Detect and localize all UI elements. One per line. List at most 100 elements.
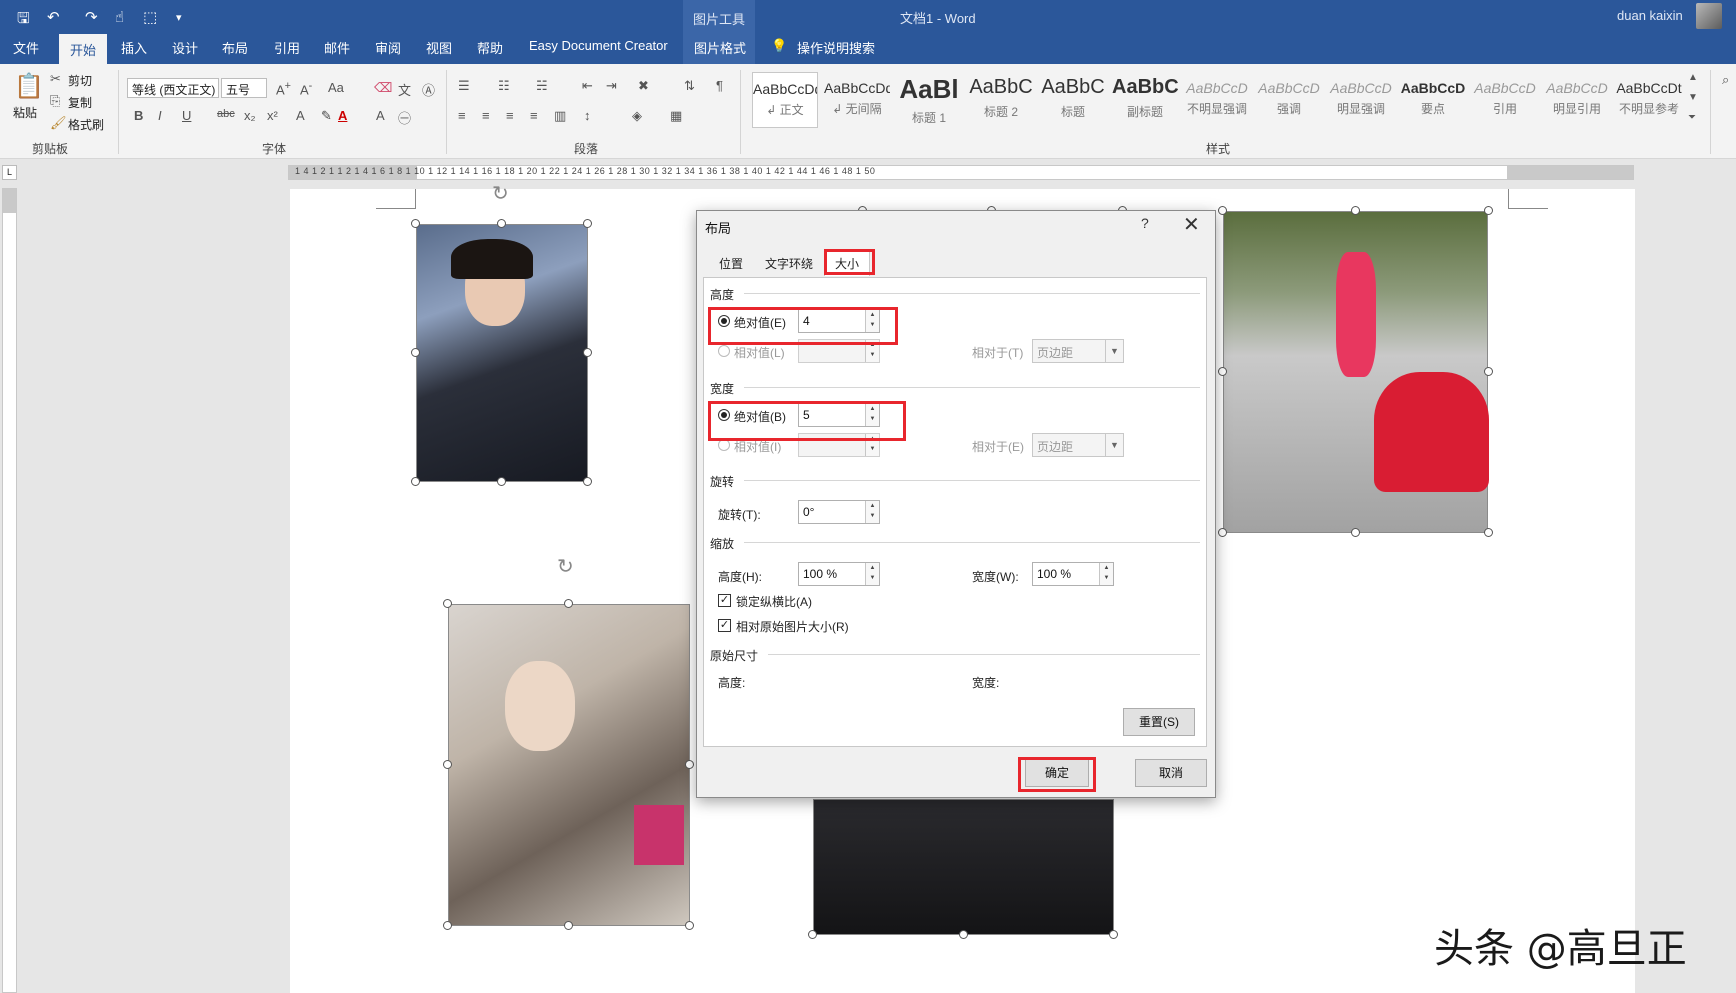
style-item[interactable]: AaBbC 标题 <box>1040 72 1106 128</box>
style-item[interactable]: AaBbCcD 强调 <box>1256 72 1322 128</box>
vertical-ruler[interactable] <box>2 188 17 993</box>
user-name[interactable]: duan kaixin <box>1617 8 1683 23</box>
resize-handle[interactable] <box>1218 206 1227 215</box>
redo-icon[interactable]: ↷ <box>85 8 98 26</box>
selected-photo[interactable] <box>448 604 690 926</box>
scale-width-input[interactable]: 100 % ▲ ▼ <box>1032 562 1114 586</box>
subscript-icon[interactable]: x₂ <box>244 108 256 123</box>
copy-button[interactable]: 复制 <box>68 94 92 111</box>
highlight-icon[interactable]: ✎ <box>321 108 332 124</box>
resize-handle[interactable] <box>1218 367 1227 376</box>
spin-arrows-icon[interactable]: ▲ ▼ <box>865 501 879 523</box>
tab-file[interactable]: 文件 <box>13 38 39 57</box>
resize-handle[interactable] <box>411 348 420 357</box>
text-effects-icon[interactable]: A <box>296 108 305 123</box>
resize-handle[interactable] <box>497 219 506 228</box>
font-color-icon[interactable]: A <box>338 108 347 123</box>
distributed-icon[interactable]: ▥ <box>554 108 566 124</box>
tell-me-search[interactable]: 操作说明搜索 <box>797 38 875 57</box>
font-name-combo[interactable]: 等线 (西文正文) <box>127 78 219 98</box>
relative-original-checkbox[interactable]: ✓ <box>718 619 731 632</box>
tab-design[interactable]: 设计 <box>172 38 198 57</box>
format-painter-button[interactable]: 格式刷 <box>68 116 104 133</box>
resize-handle[interactable] <box>583 219 592 228</box>
gallery-more-icon[interactable]: ⏷ <box>1688 112 1696 123</box>
resize-handle[interactable] <box>1218 528 1227 537</box>
change-case-icon[interactable]: Aa <box>328 80 344 95</box>
superscript-icon[interactable]: x² <box>267 108 278 123</box>
style-item[interactable]: AaBbCcD 明显强调 <box>1328 72 1394 128</box>
chinese-layout-icon[interactable]: ✖ <box>638 78 649 94</box>
resize-handle[interactable] <box>583 477 592 486</box>
tab-text-wrapping[interactable]: 文字环绕 <box>765 255 813 272</box>
cancel-button[interactable]: 取消 <box>1135 759 1207 787</box>
select-icon[interactable]: ⬚ <box>143 8 157 26</box>
selected-photo[interactable] <box>813 799 1114 935</box>
align-left-icon[interactable]: ≡ <box>458 108 466 123</box>
resize-handle[interactable] <box>583 348 592 357</box>
show-marks-icon[interactable]: ¶ <box>716 78 723 93</box>
font-size-combo[interactable]: 五号 <box>221 78 267 98</box>
tab-review[interactable]: 审阅 <box>375 38 401 57</box>
paste-icon[interactable]: 📋 <box>14 72 44 101</box>
tab-references[interactable]: 引用 <box>274 38 300 57</box>
gallery-down-icon[interactable]: ▼ <box>1688 92 1698 103</box>
resize-handle[interactable] <box>959 930 968 939</box>
tab-layout[interactable]: 布局 <box>222 38 248 57</box>
tab-position[interactable]: 位置 <box>719 255 743 272</box>
resize-handle[interactable] <box>808 930 817 939</box>
find-icon[interactable]: ⌕ <box>1722 72 1729 88</box>
style-item[interactable]: AaBbC 标题 2 <box>968 72 1034 128</box>
resize-handle[interactable] <box>1484 206 1493 215</box>
shading-icon[interactable]: ◈ <box>632 108 642 124</box>
multilevel-list-icon[interactable]: ☵ <box>536 78 548 94</box>
resize-handle[interactable] <box>443 599 452 608</box>
style-item[interactable]: AaBbCcD 明显引用 <box>1544 72 1610 128</box>
avatar[interactable] <box>1696 3 1722 29</box>
tab-selector[interactable]: L <box>2 165 17 180</box>
horizontal-ruler[interactable]: 1 4 1 2 1 1 2 1 4 1 6 1 8 1 10 1 12 1 14… <box>288 165 1634 180</box>
resize-handle[interactable] <box>564 921 573 930</box>
resize-handle[interactable] <box>1484 367 1493 376</box>
resize-handle[interactable] <box>443 921 452 930</box>
width-relative-to-select[interactable]: 页边距 ▼ <box>1032 433 1124 457</box>
tab-home[interactable]: 开始 <box>59 34 108 64</box>
rotate-handle-icon[interactable]: ↻ <box>492 181 509 206</box>
save-icon[interactable]: 🖫 <box>17 8 30 33</box>
resize-handle[interactable] <box>411 219 420 228</box>
style-item[interactable]: AaBbCcD 要点 <box>1400 72 1466 128</box>
spin-arrows-icon[interactable]: ▲ ▼ <box>1099 563 1113 585</box>
bold-icon[interactable]: B <box>134 108 143 123</box>
tab-picture-format[interactable]: 图片格式 <box>694 38 746 57</box>
style-item[interactable]: AaBbCcD 引用 <box>1472 72 1538 128</box>
tab-view[interactable]: 视图 <box>426 38 452 57</box>
tab-easy-document-creator[interactable]: Easy Document Creator <box>529 38 668 53</box>
phonetic-guide-icon[interactable]: 文 <box>398 80 411 99</box>
align-center-icon[interactable]: ≡ <box>482 108 490 123</box>
resize-handle[interactable] <box>1109 930 1118 939</box>
resize-handle[interactable] <box>564 599 573 608</box>
paste-button[interactable]: 粘贴 <box>13 104 37 121</box>
italic-icon[interactable]: I <box>158 108 162 123</box>
tab-help[interactable]: 帮助 <box>477 38 503 57</box>
underline-icon[interactable]: U <box>182 108 191 123</box>
char-border-icon[interactable]: Ⓐ <box>422 80 435 99</box>
scale-height-input[interactable]: 100 % ▲ ▼ <box>798 562 880 586</box>
clear-format-icon[interactable]: ⌫ <box>374 80 392 96</box>
help-button[interactable]: ? <box>1141 215 1149 231</box>
resize-handle[interactable] <box>685 760 694 769</box>
style-item[interactable]: AaBbCcDd ↲ 无间隔 <box>824 72 890 128</box>
resize-handle[interactable] <box>411 477 420 486</box>
rotation-input[interactable]: 0° ▲ ▼ <box>798 500 880 524</box>
borders-icon[interactable]: ▦ <box>670 108 682 124</box>
resize-handle[interactable] <box>443 760 452 769</box>
resize-handle[interactable] <box>1484 528 1493 537</box>
grow-font-icon[interactable]: A+ <box>276 80 291 97</box>
style-item[interactable]: AaBbCcD 不明显强调 <box>1184 72 1250 128</box>
shrink-font-icon[interactable]: A- <box>300 80 312 97</box>
customize-icon[interactable]: ▾ <box>176 11 182 24</box>
cut-button[interactable]: 剪切 <box>68 72 92 89</box>
decrease-indent-icon[interactable]: ⇤ <box>582 78 593 94</box>
align-right-icon[interactable]: ≡ <box>506 108 514 123</box>
close-button[interactable]: ✕ <box>1183 212 1200 237</box>
